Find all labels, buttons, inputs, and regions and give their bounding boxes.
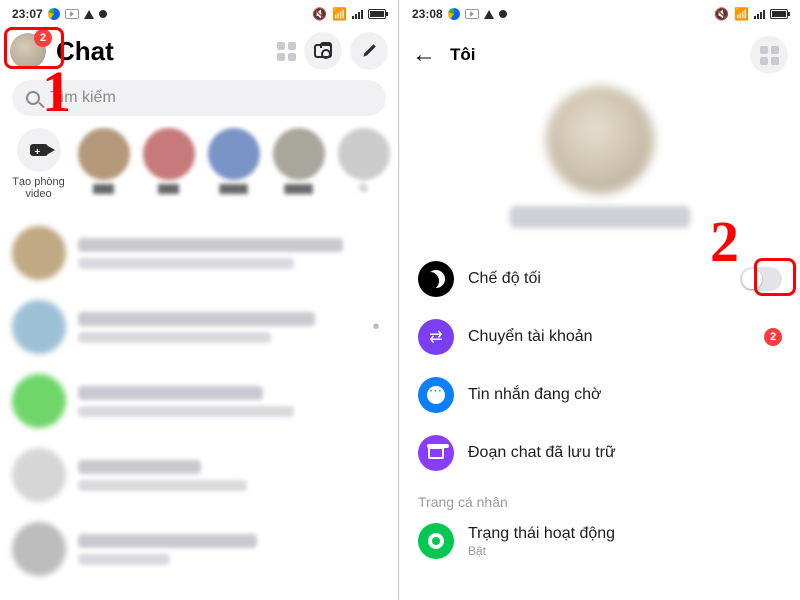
profile-avatar-large[interactable] [546, 86, 654, 194]
profile-avatar[interactable]: 2 [10, 33, 46, 69]
profile-section [400, 80, 800, 244]
unread-dot-icon: • [366, 316, 386, 339]
section-header: Trang cá nhân [418, 482, 782, 512]
settings-list: Chế độ tối ⇄ Chuyển tài khoản 2 Tin nhắn… [400, 244, 800, 570]
conversation-item[interactable] [10, 364, 388, 438]
search-icon [26, 91, 40, 105]
camera-icon [314, 44, 332, 58]
status-bar: 23:07 🔇 📶 [0, 0, 398, 28]
signal-icon [352, 9, 363, 19]
signal-icon [754, 9, 765, 19]
apps-grid-icon [760, 46, 779, 65]
play-icon [484, 10, 494, 19]
search-placeholder: Tìm kiếm [50, 89, 116, 107]
active-status-icon [418, 523, 454, 559]
active-status-label: Trạng thái hoạt động [468, 525, 615, 543]
left-screenshot: 23:07 🔇 📶 2 Chat Tìm kiếm + Tạo [0, 0, 399, 600]
switch-account-label: Chuyển tài khoản [468, 328, 750, 346]
wifi-icon: 📶 [734, 7, 749, 21]
status-bar: 23:08 🔇 📶 [400, 0, 800, 28]
page-title: Chat [56, 36, 267, 67]
settings-header: ← Tôi [400, 28, 800, 80]
story-item[interactable]: ████ [270, 128, 327, 206]
switch-badge: 2 [764, 328, 782, 346]
conversation-item[interactable] [10, 216, 388, 290]
status-time: 23:08 [412, 7, 443, 21]
archive-icon [418, 435, 454, 471]
pending-messages-label: Tin nhắn đang chờ [468, 386, 782, 404]
dark-mode-label: Chế độ tối [468, 270, 726, 288]
conversation-item[interactable]: • [10, 290, 388, 364]
conversation-item[interactable] [10, 438, 388, 512]
conversation-list: • [0, 216, 398, 586]
app-icon [448, 8, 460, 20]
active-status-row[interactable]: Trạng thái hoạt động Bật [418, 512, 782, 570]
create-room-button[interactable]: + Tạo phòng video [10, 128, 67, 200]
search-input[interactable]: Tìm kiếm [12, 80, 386, 116]
dark-mode-toggle[interactable] [740, 267, 782, 291]
archived-chats-row[interactable]: Đoạn chat đã lưu trữ [418, 424, 782, 482]
create-room-label: Tạo phòng video [10, 176, 67, 200]
story-item[interactable]: ███ [75, 128, 132, 206]
switch-icon: ⇄ [418, 319, 454, 355]
active-status-sub: Bật [468, 544, 615, 558]
chat-header: 2 Chat [0, 28, 398, 78]
right-screenshot: 23:08 🔇 📶 ← Tôi Chế độ tối ⇄ Chuyển tà [400, 0, 800, 600]
archived-label: Đoạn chat đã lưu trữ [468, 444, 782, 462]
battery-icon [368, 9, 386, 19]
message-icon [418, 377, 454, 413]
notification-badge: 2 [34, 29, 52, 47]
switch-account-row[interactable]: ⇄ Chuyển tài khoản 2 [418, 308, 782, 366]
apps-grid-icon[interactable] [277, 42, 296, 61]
status-time: 23:07 [12, 7, 43, 21]
moon-icon [418, 261, 454, 297]
battery-icon [770, 9, 788, 19]
camera-button[interactable] [304, 32, 342, 70]
youtube-icon [465, 9, 479, 19]
story-item[interactable]: ███ [140, 128, 197, 206]
pencil-icon [358, 40, 381, 63]
youtube-icon [65, 9, 79, 19]
play-icon [84, 10, 94, 19]
dot-icon [99, 10, 107, 18]
pending-messages-row[interactable]: Tin nhắn đang chờ [418, 366, 782, 424]
mute-icon: 🔇 [714, 7, 729, 21]
profile-name [510, 206, 690, 228]
dark-mode-row[interactable]: Chế độ tối [418, 250, 782, 308]
wifi-icon: 📶 [332, 7, 347, 21]
page-title: Tôi [450, 45, 736, 65]
mute-icon: 🔇 [312, 7, 327, 21]
stories-row: + Tạo phòng video ███ ███ ████ ████ G [0, 126, 398, 216]
back-button[interactable]: ← [412, 41, 436, 69]
story-item[interactable]: ████ [205, 128, 262, 206]
compose-button[interactable] [350, 32, 388, 70]
conversation-item[interactable] [10, 512, 388, 586]
video-icon: + [30, 144, 48, 156]
app-icon [48, 8, 60, 20]
apps-button[interactable] [750, 36, 788, 74]
story-item[interactable]: G [335, 128, 392, 206]
dot-icon [499, 10, 507, 18]
